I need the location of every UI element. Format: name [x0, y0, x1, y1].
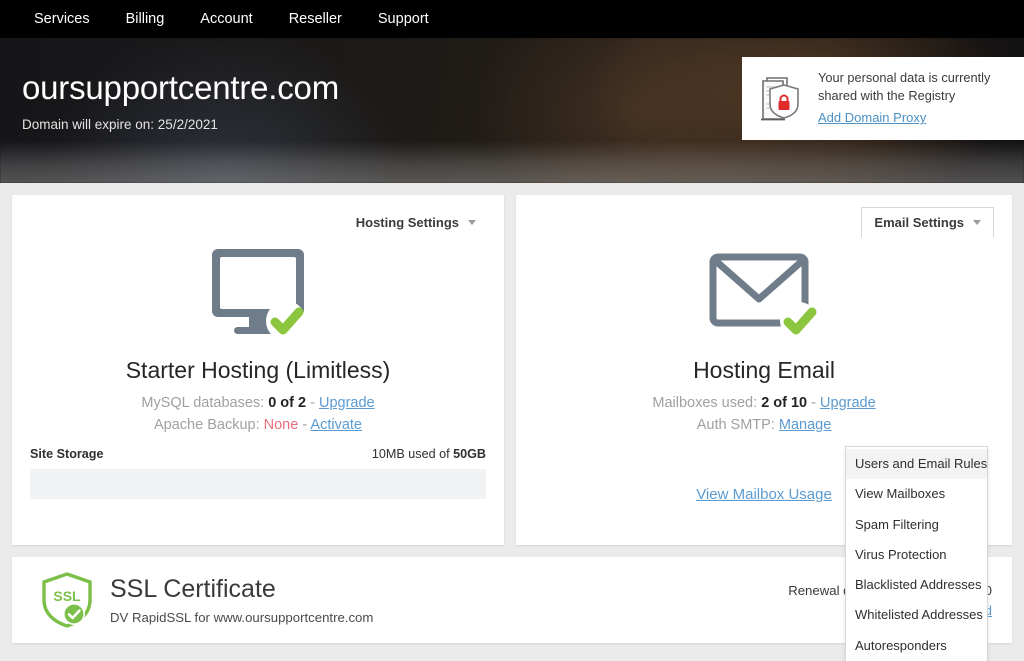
domain-proxy-notice: Your personal data is currently shared w… [742, 57, 1024, 140]
proxy-notice-line-2: shared with the Registry [818, 87, 990, 105]
mailboxes-used-line: Mailboxes used: 2 of 10 - Upgrade [516, 393, 1012, 415]
envelope-check-icon [516, 245, 1012, 341]
backup-activate-link[interactable]: Activate [310, 417, 362, 433]
mailboxes-value: 2 of 10 [761, 395, 807, 411]
backup-separator: - [302, 417, 307, 433]
nav-item-billing[interactable]: Billing [108, 0, 183, 38]
email-settings-dropdown-menu: Users and Email Rules View Mailboxes Spa… [845, 446, 988, 661]
top-navigation-bar: Services Billing Account Reseller Suppor… [0, 0, 1024, 38]
proxy-notice-line-1: Your personal data is currently [818, 69, 990, 87]
storage-usage-text: 10MB used of 50GB [372, 447, 486, 461]
main-content: Hosting Settings Starter Hosting (Limitl… [0, 183, 1024, 643]
mysql-value: 0 of 2 [268, 395, 306, 411]
dropdown-item-autoresponders[interactable]: Autoresponders [846, 631, 987, 661]
email-settings-row: Email Settings [516, 195, 1012, 249]
hosting-card: Hosting Settings Starter Hosting (Limitl… [12, 195, 504, 545]
ssl-subtitle: DV RapidSSL for www.oursupportcentre.com [110, 610, 788, 625]
storage-used-prefix: 10MB used of [372, 447, 453, 461]
nav-item-account[interactable]: Account [182, 0, 270, 38]
email-plan-title: Hosting Email [516, 357, 1012, 384]
dropdown-item-view-mailboxes[interactable]: View Mailboxes [846, 479, 987, 509]
dropdown-item-whitelisted-addresses[interactable]: Whitelisted Addresses [846, 600, 987, 630]
apache-backup-line: Apache Backup: None - Activate [12, 415, 504, 437]
email-settings-label: Email Settings [874, 215, 964, 230]
mysql-separator: - [310, 395, 315, 411]
proxy-notice-text: Your personal data is currently shared w… [818, 69, 990, 128]
ssl-title: SSL Certificate [110, 575, 788, 604]
hosting-settings-button[interactable]: Hosting Settings [346, 209, 486, 236]
storage-header: Site Storage 10MB used of 50GB [30, 447, 486, 461]
backup-value: None [264, 417, 299, 433]
ssl-shield-check-icon: SSL [38, 571, 96, 629]
add-domain-proxy-link[interactable]: Add Domain Proxy [818, 109, 926, 127]
document-shield-lock-icon [754, 72, 806, 124]
svg-text:SSL: SSL [53, 588, 81, 604]
auth-smtp-line: Auth SMTP: Manage [516, 415, 1012, 437]
hosting-plan-title: Starter Hosting (Limitless) [12, 357, 504, 384]
nav-item-reseller[interactable]: Reseller [271, 0, 360, 38]
smtp-label: Auth SMTP: [697, 417, 775, 433]
smtp-manage-link[interactable]: Manage [779, 417, 831, 433]
storage-label: Site Storage [30, 447, 103, 461]
backup-label: Apache Backup: [154, 417, 260, 433]
mailboxes-label: Mailboxes used: [652, 395, 757, 411]
storage-total: 50GB [453, 447, 486, 461]
hosting-settings-label: Hosting Settings [356, 215, 459, 230]
email-settings-button[interactable]: Email Settings [861, 207, 994, 238]
storage-progress-bar [30, 469, 486, 499]
dropdown-item-blacklisted-addresses[interactable]: Blacklisted Addresses [846, 570, 987, 600]
mysql-upgrade-link[interactable]: Upgrade [319, 395, 375, 411]
ssl-text-block: SSL Certificate DV RapidSSL for www.ours… [110, 575, 788, 625]
dropdown-item-virus-protection[interactable]: Virus Protection [846, 540, 987, 570]
hosting-settings-row: Hosting Settings [12, 195, 504, 249]
chevron-down-icon [468, 220, 476, 225]
view-mailbox-usage-link[interactable]: View Mailbox Usage [696, 486, 832, 503]
monitor-check-icon [12, 245, 504, 341]
site-storage-block: Site Storage 10MB used of 50GB [30, 447, 486, 499]
mysql-databases-line: MySQL databases: 0 of 2 - Upgrade [12, 393, 504, 415]
dropdown-item-spam-filtering[interactable]: Spam Filtering [846, 510, 987, 540]
mailboxes-upgrade-link[interactable]: Upgrade [820, 395, 876, 411]
mailboxes-separator: - [811, 395, 816, 411]
nav-item-services[interactable]: Services [16, 0, 108, 38]
chevron-down-icon [973, 220, 981, 225]
hero-banner: oursupportcentre.com Domain will expire … [0, 38, 1024, 183]
mysql-label: MySQL databases: [141, 395, 264, 411]
hosting-stats: MySQL databases: 0 of 2 - Upgrade Apache… [12, 393, 504, 437]
nav-item-support[interactable]: Support [360, 0, 447, 38]
email-stats: Mailboxes used: 2 of 10 - Upgrade Auth S… [516, 393, 1012, 437]
dropdown-item-users-and-email-rules[interactable]: Users and Email Rules [846, 449, 987, 479]
